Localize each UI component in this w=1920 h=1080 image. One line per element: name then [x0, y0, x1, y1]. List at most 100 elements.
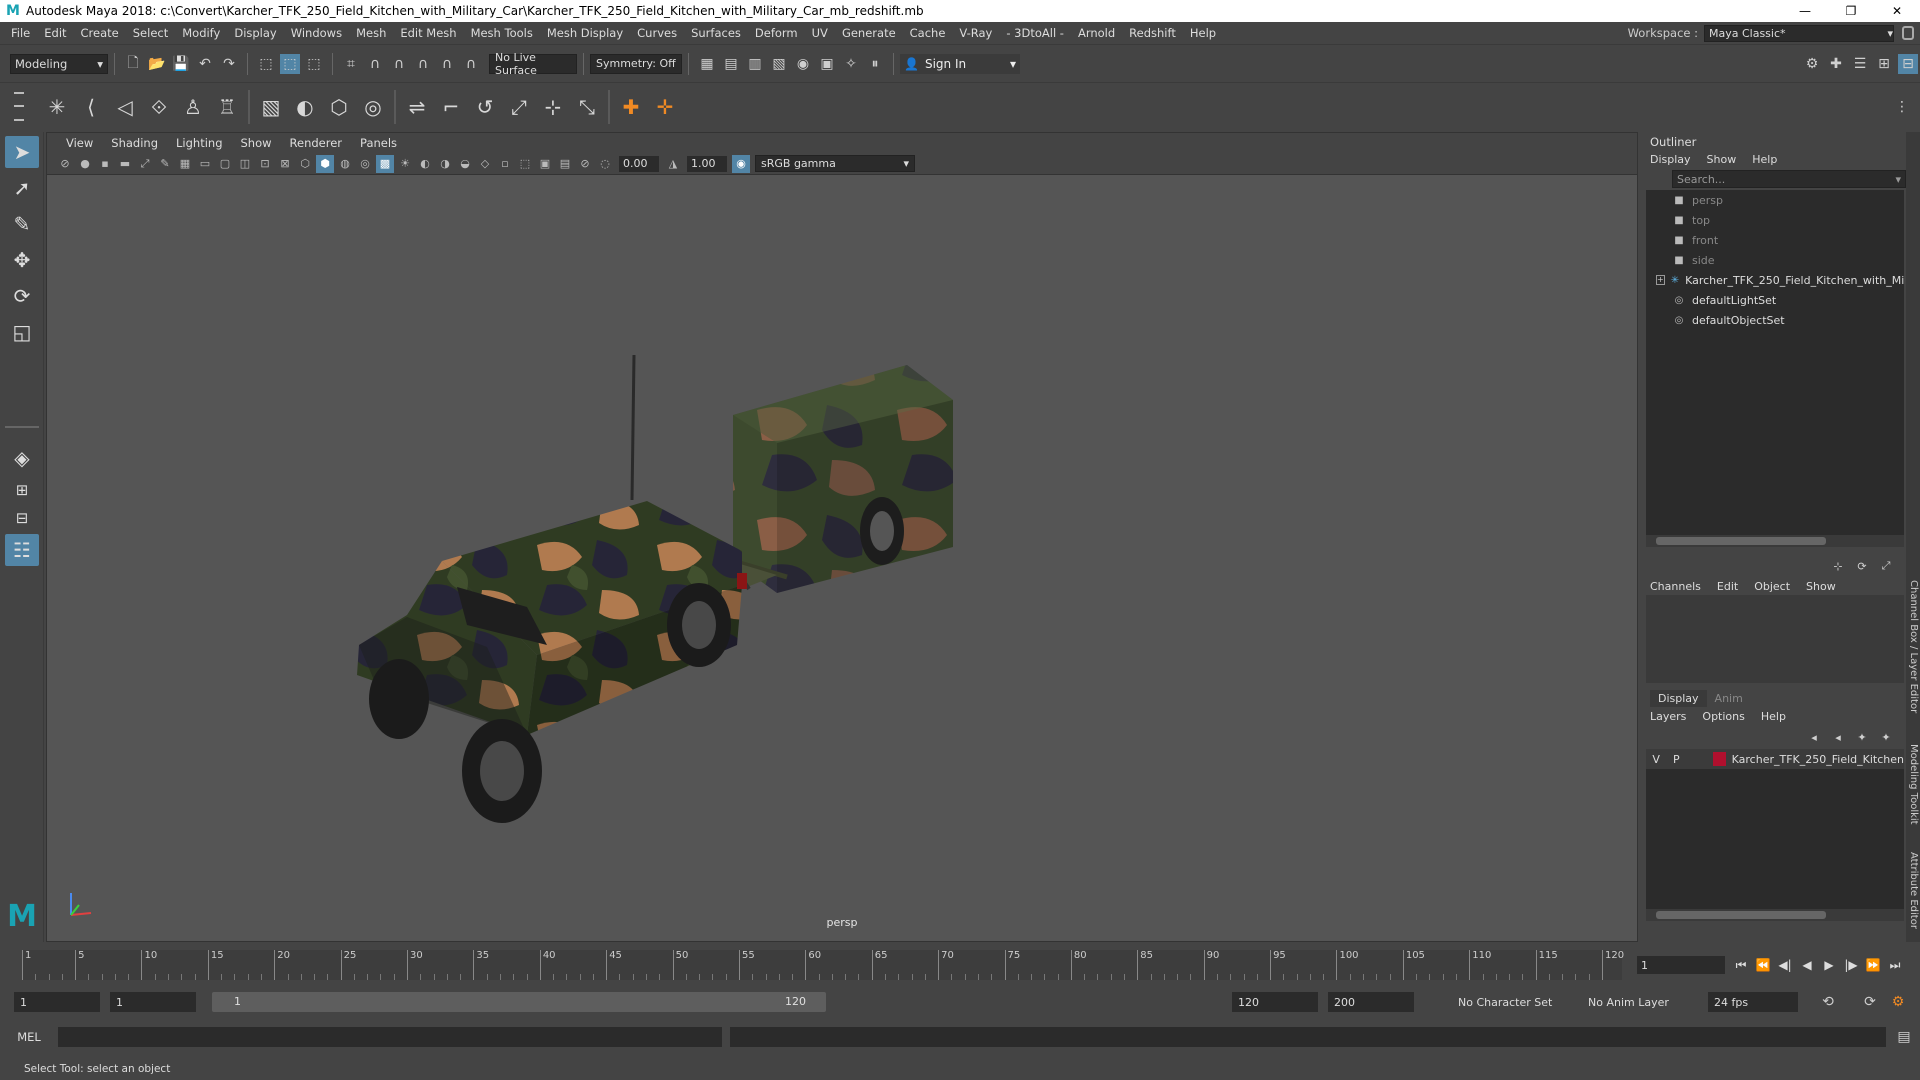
menu-windows[interactable]: Windows [284, 26, 349, 40]
resolution-gate-icon[interactable]: ▢ [216, 155, 234, 173]
symmetry-field[interactable]: Symmetry: Off [590, 53, 682, 74]
menu-3dtoall[interactable]: - 3DtoAll - [999, 26, 1071, 40]
menu-create[interactable]: Create [74, 26, 126, 40]
go-to-end-icon[interactable]: ⏭ [1884, 956, 1906, 974]
minimize-button[interactable]: — [1782, 0, 1828, 22]
2d-pan-zoom-icon[interactable]: ⤢ [136, 155, 154, 173]
menu-modify[interactable]: Modify [175, 26, 227, 40]
attribute-editor-icon[interactable]: ☰ [1850, 54, 1870, 74]
outliner-menu-show[interactable]: Show [1707, 153, 1737, 166]
pole-vector-icon[interactable]: ⤡ [572, 91, 602, 123]
channel-box[interactable] [1646, 595, 1904, 683]
render-view-icon[interactable]: ▦ [697, 54, 717, 74]
select-component-icon[interactable]: ⬚ [304, 54, 324, 74]
scrollbar-thumb[interactable] [1656, 911, 1826, 919]
range-slider[interactable]: 1 120 [212, 992, 826, 1012]
gamma-icon[interactable]: ◮ [664, 155, 682, 173]
menu-select[interactable]: Select [126, 26, 175, 40]
layer-playback-toggle[interactable]: P [1666, 753, 1686, 766]
outliner-horizontal-scrollbar[interactable] [1646, 535, 1904, 547]
backface-culling-icon[interactable]: ⊘ [576, 155, 594, 173]
point-constraint-icon[interactable]: ⌐ [436, 91, 466, 123]
exposure-field[interactable]: 0.00 [619, 155, 659, 172]
quick-rig-icon[interactable]: ♙ [178, 91, 208, 123]
menu-vray[interactable]: V-Ray [952, 26, 999, 40]
outliner-item-side[interactable]: ■ side [1646, 250, 1904, 270]
cluster-icon[interactable]: ◎ [358, 91, 388, 123]
move-layer-up-icon[interactable]: ◂ [1804, 727, 1824, 747]
step-back-frame-icon[interactable]: ◀| [1774, 956, 1796, 974]
workspace-select[interactable]: Maya Classic* ▾ [1704, 24, 1894, 42]
select-hierarchy-icon[interactable]: ⬚ [256, 54, 276, 74]
redo-icon[interactable]: ↷ [219, 54, 239, 74]
menu-edit-mesh[interactable]: Edit Mesh [393, 26, 463, 40]
use-all-lights-icon[interactable]: ☀ [396, 155, 414, 173]
playback-end-field[interactable]: 120 [1232, 992, 1318, 1012]
viewport-menu-show[interactable]: Show [232, 136, 281, 150]
step-forward-frame-icon[interactable]: |▶ [1840, 956, 1862, 974]
anim-layer-select[interactable]: No Anim Layer [1582, 992, 1692, 1012]
side-tab-attribute-editor[interactable]: Attribute Editor [1908, 852, 1919, 929]
open-scene-icon[interactable]: 📂 [147, 54, 167, 74]
render-settings-icon[interactable]: ▧ [769, 54, 789, 74]
viewport-menu-shading[interactable]: Shading [102, 136, 167, 150]
ik-spline-icon[interactable]: ◁ [110, 91, 140, 123]
shadows-icon[interactable]: ◐ [416, 155, 434, 173]
step-forward-key-icon[interactable]: ⏩ [1862, 956, 1884, 974]
menu-curves[interactable]: Curves [630, 26, 684, 40]
play-forwards-icon[interactable]: ▶ [1818, 956, 1840, 974]
lattice-icon[interactable]: ⬡ [324, 91, 354, 123]
step-back-key-icon[interactable]: ⏪ [1752, 956, 1774, 974]
menu-generate[interactable]: Generate [835, 26, 903, 40]
sync-icon[interactable]: ⟳ [1852, 556, 1872, 576]
character-set-select[interactable]: No Character Set [1452, 992, 1572, 1012]
menu-redshift[interactable]: Redshift [1122, 26, 1183, 40]
restore-button[interactable]: ❐ [1828, 0, 1874, 22]
3d-viewport[interactable]: persp [47, 175, 1637, 941]
hypershade-icon[interactable]: ◉ [793, 54, 813, 74]
snap-view-icon[interactable]: ∩ [413, 54, 433, 74]
anti-aliasing-icon[interactable]: ◇ [476, 155, 494, 173]
channelbox-menu-edit[interactable]: Edit [1717, 580, 1738, 593]
pause-icon[interactable]: ⏸ [865, 54, 885, 74]
sign-in-button[interactable]: 👤 Sign In ▾ [900, 53, 1020, 74]
wireframe-on-shaded-icon[interactable]: ◎ [356, 155, 374, 173]
channelbox-menu-object[interactable]: Object [1754, 580, 1790, 593]
bind-skin-icon[interactable]: ▧ [256, 91, 286, 123]
outliner-item-persp[interactable]: ■ persp [1646, 190, 1904, 210]
outliner-item-default-object-set[interactable]: ◎ defaultObjectSet [1646, 310, 1904, 330]
pin-icon[interactable]: ⤢ [1876, 556, 1896, 576]
select-tool-icon[interactable]: ➤ [5, 136, 39, 168]
menu-surfaces[interactable]: Surfaces [684, 26, 748, 40]
grid-icon[interactable]: ▦ [176, 155, 194, 173]
undo-icon[interactable]: ↶ [195, 54, 215, 74]
new-layer-icon[interactable]: ✦ [1852, 727, 1872, 747]
viewport-menu-lighting[interactable]: Lighting [167, 136, 231, 150]
new-layer-selected-icon[interactable]: ✦ [1876, 727, 1896, 747]
rotate-tool-icon[interactable]: ⟳ [5, 280, 39, 312]
lock-icon[interactable] [1902, 26, 1914, 40]
side-tab-modeling-toolkit[interactable]: Modeling Toolkit [1908, 744, 1919, 825]
move-layer-down-icon[interactable]: ◂ [1828, 727, 1848, 747]
screen-space-ao-icon[interactable]: ◑ [436, 155, 454, 173]
render-setup-icon[interactable]: ▣ [817, 54, 837, 74]
gate-mask-icon[interactable]: ◫ [236, 155, 254, 173]
animation-end-field[interactable]: 200 [1328, 992, 1414, 1012]
command-language-label[interactable]: MEL [0, 1030, 58, 1044]
scale-tool-icon[interactable]: ◱ [5, 316, 39, 348]
joint-tool-icon[interactable]: ✳ [42, 91, 72, 123]
exposure-icon[interactable]: ◌ [596, 155, 614, 173]
play-backwards-icon[interactable]: ◀ [1796, 956, 1818, 974]
outliner-menu-display[interactable]: Display [1650, 153, 1691, 166]
channelbox-menu-show[interactable]: Show [1806, 580, 1836, 593]
human-ik-icon[interactable]: ♖ [212, 91, 242, 123]
tool-settings-icon[interactable]: ⊞ [1874, 54, 1894, 74]
playback-start-field[interactable]: 1 [110, 992, 196, 1012]
layer-menu-help[interactable]: Help [1761, 710, 1786, 723]
safe-action-icon[interactable]: ⊠ [276, 155, 294, 173]
animation-prefs-icon[interactable]: ⚙ [1888, 992, 1908, 1012]
select-object-icon[interactable]: ⬚ [280, 53, 300, 74]
menu-mesh-display[interactable]: Mesh Display [540, 26, 630, 40]
modeling-toolkit-icon[interactable]: ⚙ [1802, 54, 1822, 74]
single-pane-icon[interactable]: ◈ [5, 442, 39, 474]
